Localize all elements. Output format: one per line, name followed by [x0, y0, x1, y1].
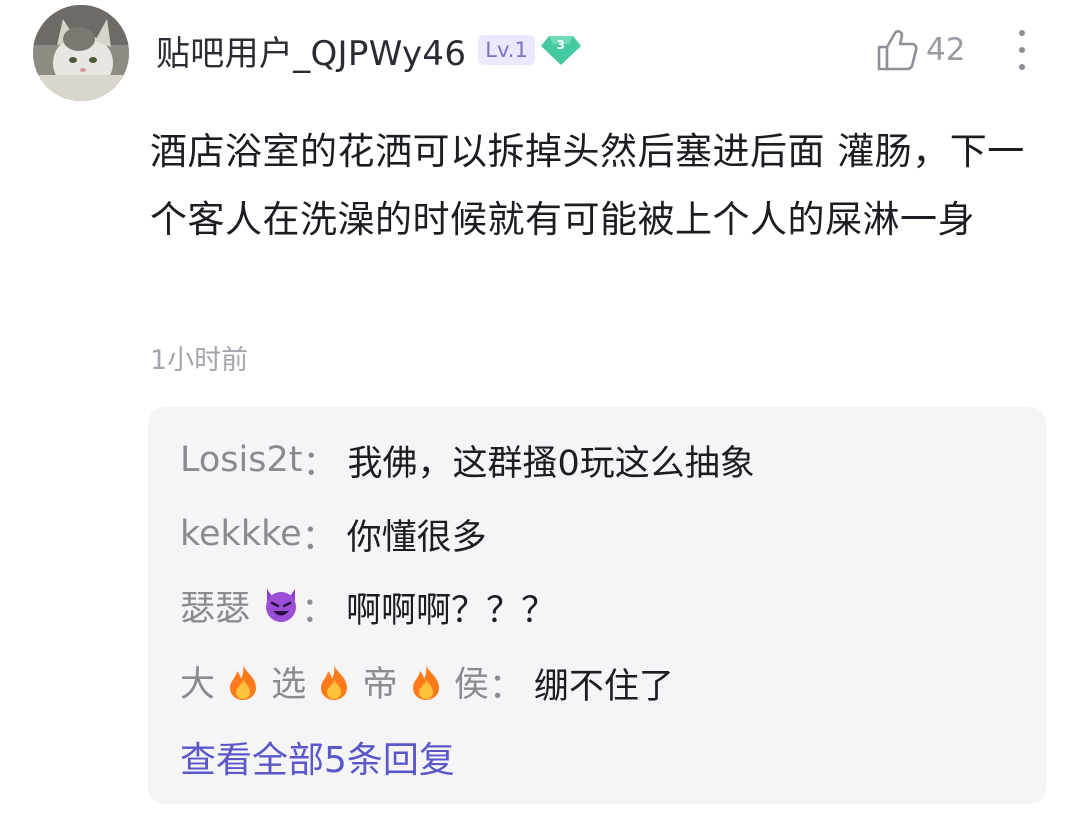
- reply-separator: ：: [301, 517, 337, 558]
- fire-emoji: [409, 663, 443, 710]
- reply-author[interactable]: 大 选 帝 侯: [180, 656, 489, 710]
- level-badge: Lv.1: [478, 35, 535, 65]
- diamond-badge-icon: 3: [540, 34, 581, 66]
- reply-separator: ：: [488, 666, 524, 707]
- user-header: 贴吧用户_QJPWy46 Lv.1 3: [156, 24, 581, 76]
- reply-separator: ：: [301, 590, 337, 631]
- thumbs-up-icon[interactable]: [876, 28, 918, 72]
- reply-text: 我佛，这群搔0玩这么抽象: [347, 443, 755, 484]
- reply-author-char: 侯: [453, 665, 489, 706]
- reply-text: 啊啊啊？？？: [346, 590, 557, 631]
- like-button[interactable]: 42: [876, 26, 965, 74]
- more-vertical-icon[interactable]: [1010, 28, 1034, 72]
- like-count: 42: [926, 32, 966, 68]
- reply-item[interactable]: kekkke ： 你懂很多: [180, 508, 487, 560]
- reply-author-text: 瑟瑟: [180, 588, 251, 629]
- reply-item[interactable]: 大 选 帝 侯 ： 绷不住了: [180, 657, 674, 709]
- smiling-devil-emoji: [261, 585, 301, 634]
- view-all-replies-link[interactable]: 查看全部5条回复: [180, 731, 455, 783]
- reply-text: 绷不住了: [533, 666, 674, 707]
- reply-author-char: 大: [180, 665, 216, 706]
- timestamp: 1小时前: [150, 345, 249, 376]
- fire-emoji: [317, 663, 351, 710]
- reply-author[interactable]: Losis2t: [180, 440, 302, 480]
- replies-panel: Losis2t ： 我佛，这群搔0玩这么抽象 kekkke ： 你懂很多 瑟瑟: [148, 407, 1046, 804]
- reply-separator: ：: [302, 443, 338, 484]
- username[interactable]: 贴吧用户_QJPWy46: [156, 26, 466, 75]
- reply-author[interactable]: 瑟瑟: [180, 580, 301, 635]
- reply-author-char: 选: [271, 665, 307, 706]
- reply-author-char: 帝: [362, 665, 398, 706]
- reply-item[interactable]: Losis2t ： 我佛，这群搔0玩这么抽象: [180, 434, 755, 486]
- comment-text: 酒店浴室的花洒可以拆掉头然后塞进后面 灌肠，下一个客人在洗澡的时候就有可能被上个…: [150, 130, 1025, 241]
- diamond-badge-number: 3: [556, 38, 566, 52]
- fire-emoji: [226, 663, 260, 710]
- reply-author[interactable]: kekkke: [180, 514, 302, 554]
- reply-item[interactable]: 瑟瑟 ： 啊啊啊？？？: [180, 581, 556, 633]
- avatar[interactable]: [33, 5, 129, 101]
- reply-text: 你懂很多: [346, 517, 487, 558]
- comment-card: 贴吧用户_QJPWy46 Lv.1 3 42 酒店浴室的花洒可以拆掉头然后塞进后…: [0, 0, 1080, 823]
